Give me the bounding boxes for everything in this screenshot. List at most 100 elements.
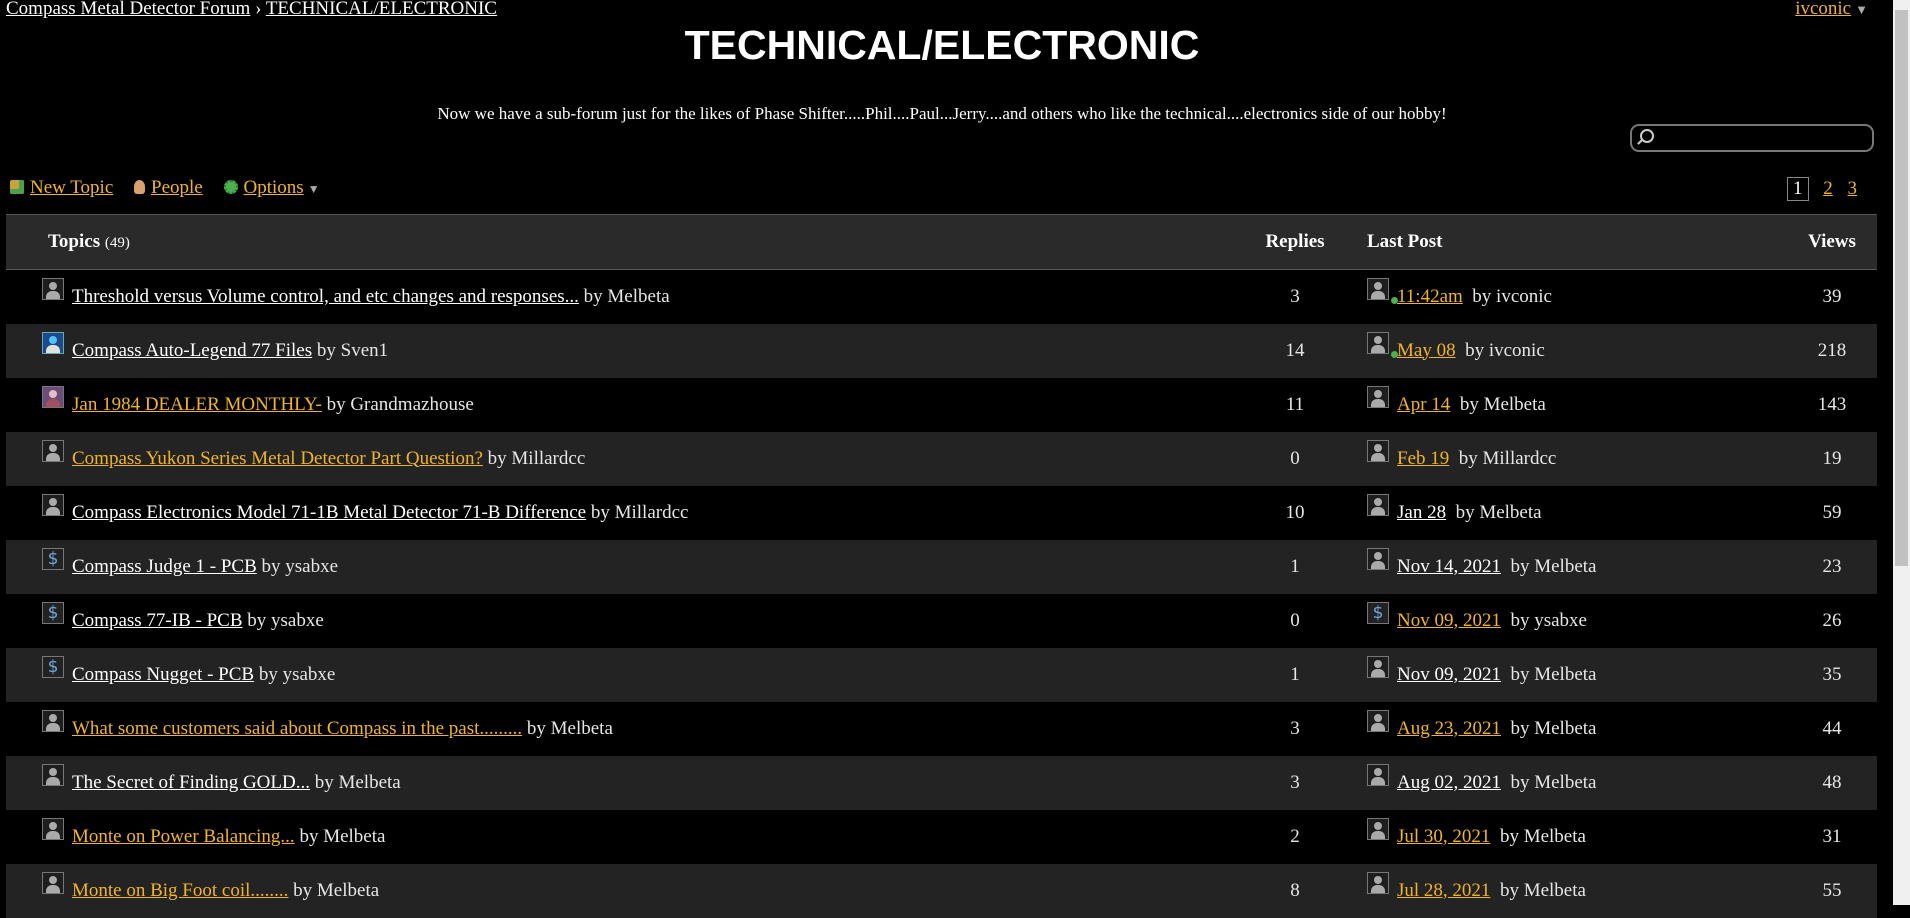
last-post-link[interactable]: Nov 09, 2021 [1397,610,1501,631]
avatar[interactable] [42,709,64,732]
avatar[interactable] [42,817,64,840]
avatar[interactable]: $ [1367,601,1389,624]
views-count: 48 [1822,771,1842,793]
search-input[interactable] [1630,124,1874,152]
replies-count: 3 [1290,285,1300,307]
avatar[interactable] [42,385,64,408]
last-post-link[interactable]: 11:42am [1397,286,1463,307]
avatar[interactable] [42,493,64,516]
replies-count: 0 [1290,447,1300,469]
replies-count: 0 [1290,609,1300,631]
topic-link[interactable]: Threshold versus Volume control, and etc… [72,286,579,307]
last-post-link[interactable]: Jan 28 [1397,502,1446,523]
page-current: 1 [1787,177,1809,201]
page-link[interactable]: 2 [1823,178,1833,199]
last-post-link[interactable]: Apr 14 [1397,394,1450,415]
people-icon [134,180,146,194]
breadcrumb-section-link[interactable]: TECHNICAL/ELECTRONIC [266,0,497,19]
table-row: Compass Yukon Series Metal Detector Part… [6,431,1877,486]
avatar[interactable] [1367,493,1389,516]
breadcrumb-forum-link[interactable]: Compass Metal Detector Forum [6,0,250,19]
scrollbar-thumb[interactable] [1895,10,1908,566]
avatar[interactable] [1367,439,1389,462]
table-row: $ Compass Nugget - PCB by ysabxe 1 Nov 09… [6,647,1877,702]
topic-link[interactable]: What some customers said about Compass i… [72,718,522,739]
topic-link[interactable]: Compass Auto-Legend 77 Files [72,340,312,361]
new-topic-icon [10,180,24,194]
table-row: Jan 1984 DEALER MONTHLY- by Grandmazhous… [6,377,1877,432]
topic-author: by Melbeta [299,825,386,847]
topic-author: by Melbeta [583,285,670,307]
avatar[interactable] [1367,385,1389,408]
replies-count: 2 [1290,825,1300,847]
last-post-link[interactable]: May 08 [1397,340,1456,361]
topic-author: by Melbeta [526,717,613,739]
last-post-author: by ivconic [1465,339,1545,361]
user-menu[interactable]: ivconic ▼ [1795,0,1868,20]
people-button[interactable]: People [151,177,203,198]
new-topic-button[interactable]: New Topic [30,177,113,198]
avatar[interactable] [1367,547,1389,570]
replies-count: 1 [1290,663,1300,685]
topic-author: by Millardcc [590,501,689,523]
avatar[interactable] [1367,655,1389,678]
avatar[interactable] [1367,871,1389,894]
topic-link[interactable]: Monte on Power Balancing... [72,826,295,847]
avatar[interactable] [1367,709,1389,732]
page-link[interactable]: 3 [1848,178,1858,199]
topic-link[interactable]: Monte on Big Foot coil........ [72,880,288,901]
topic-link[interactable]: The Secret of Finding GOLD... [72,772,310,793]
options-button[interactable]: Options [244,177,304,198]
avatar[interactable]: $ [42,601,64,624]
views-count: 39 [1822,285,1842,307]
username-link[interactable]: ivconic [1795,0,1851,19]
topic-author: by Sven1 [316,339,389,361]
table-row: Compass Electronics Model 71-1B Metal De… [6,485,1877,540]
last-post-author: by Melbeta [1510,663,1597,685]
table-row: Monte on Power Balancing... by Melbeta 2… [6,809,1877,864]
views-count: 44 [1822,717,1842,739]
avatar[interactable] [42,871,64,894]
topic-author: by ysabxe [261,555,339,577]
avatar[interactable]: $ [42,655,64,678]
vertical-scrollbar[interactable] [1893,0,1910,905]
last-post-link[interactable]: Jul 30, 2021 [1397,826,1490,847]
topic-link[interactable]: Jan 1984 DEALER MONTHLY- [72,394,322,415]
pagination: 1 2 3 [1787,177,1867,201]
replies-count: 11 [1285,393,1305,415]
last-post-link[interactable]: Nov 14, 2021 [1397,556,1501,577]
topic-link[interactable]: Compass Judge 1 - PCB [72,556,257,577]
views-count: 31 [1822,825,1842,847]
topic-author: by Melbeta [293,879,380,901]
last-post-link[interactable]: Jul 28, 2021 [1397,880,1490,901]
forum-description: Now we have a sub-forum just for the lik… [437,104,1447,123]
avatar[interactable] [1367,331,1389,354]
last-post-link[interactable]: Aug 23, 2021 [1397,718,1501,739]
avatar[interactable] [1367,763,1389,786]
topic-link[interactable]: Compass Electronics Model 71-1B Metal De… [72,502,586,523]
last-post-link[interactable]: Aug 02, 2021 [1397,772,1501,793]
views-count: 55 [1822,879,1842,901]
replies-column-header: Replies [1247,214,1343,270]
topic-link[interactable]: Compass Yukon Series Metal Detector Part… [72,448,483,469]
topic-link[interactable]: Compass 77-IB - PCB [72,610,243,631]
breadcrumb: Compass Metal Detector Forum › TECHNICAL… [6,0,497,20]
topics-table: Topics (49) Replies Last Post Views Thre… [6,214,1877,918]
chevron-down-icon: ▼ [307,182,320,196]
views-count: 19 [1822,447,1842,469]
topic-link[interactable]: Compass Nugget - PCB [72,664,254,685]
table-row: Compass Auto-Legend 77 Files by Sven1 14… [6,323,1877,378]
search-icon [1640,129,1654,143]
avatar[interactable] [42,331,64,354]
last-post-link[interactable]: Nov 09, 2021 [1397,664,1501,685]
avatar[interactable]: $ [42,547,64,570]
last-post-link[interactable]: Feb 19 [1397,448,1449,469]
avatar[interactable] [42,277,64,300]
avatar[interactable] [1367,277,1389,300]
last-post-author: by Melbeta [1459,393,1546,415]
avatar[interactable] [1367,817,1389,840]
avatar[interactable] [42,439,64,462]
table-row: Monte on Big Foot coil........ by Melbet… [6,863,1877,918]
replies-count: 10 [1285,501,1305,523]
avatar[interactable] [42,763,64,786]
